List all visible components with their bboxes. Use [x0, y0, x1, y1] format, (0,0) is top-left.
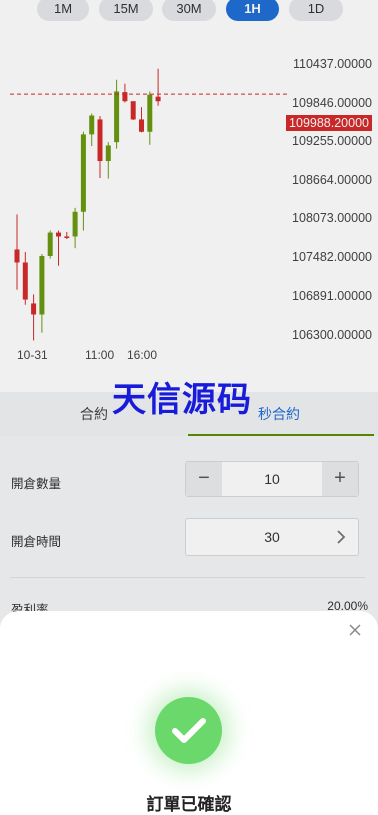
order-confirmed-title: 訂單已確認 — [146, 795, 232, 814]
success-check-icon — [155, 697, 222, 764]
close-icon[interactable] — [348, 623, 362, 637]
order-confirmed-sheet: 訂單已確認 — [0, 611, 378, 815]
